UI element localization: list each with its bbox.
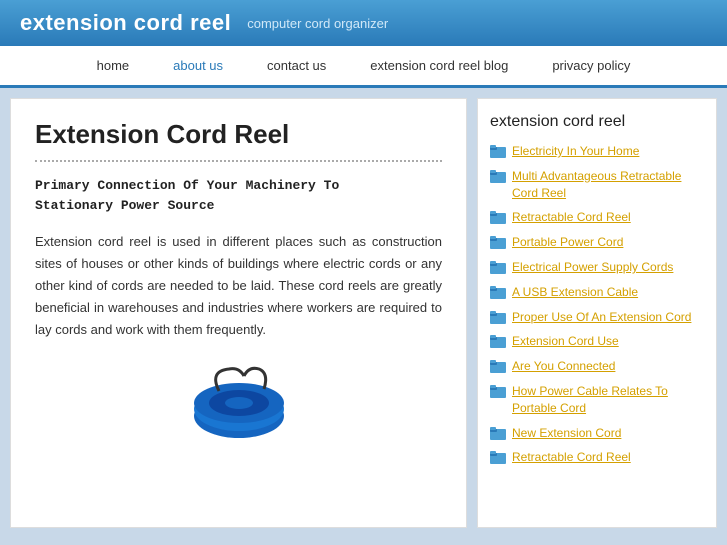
folder-icon	[490, 450, 506, 464]
sidebar-link[interactable]: Retractable Cord Reel	[512, 209, 631, 226]
nav-about[interactable]: about us	[151, 46, 245, 88]
sidebar-link[interactable]: Proper Use Of An Extension Cord	[512, 309, 691, 326]
folder-icon	[490, 169, 506, 183]
sidebar-link[interactable]: Extension Cord Use	[512, 333, 619, 350]
nav-contact[interactable]: contact us	[245, 46, 348, 88]
list-item: Retractable Cord Reel	[490, 209, 704, 226]
sidebar-title: extension cord reel	[490, 113, 704, 131]
sidebar-link[interactable]: Portable Power Cord	[512, 234, 623, 251]
list-item: Multi Advantageous Retractable Cord Reel	[490, 168, 704, 202]
list-item: Extension Cord Use	[490, 333, 704, 350]
sidebar-link[interactable]: Multi Advantageous Retractable Cord Reel	[512, 168, 704, 202]
folder-icon	[490, 144, 506, 158]
content-wrapper: Extension Cord Reel Primary Connection O…	[0, 88, 727, 538]
nav-blog[interactable]: extension cord reel blog	[348, 46, 530, 88]
folder-icon	[490, 334, 506, 348]
sidebar-link[interactable]: Electrical Power Supply Cords	[512, 259, 673, 276]
folder-icon	[490, 426, 506, 440]
sidebar-link[interactable]: Are You Connected	[512, 358, 615, 375]
list-item: Proper Use Of An Extension Cord	[490, 309, 704, 326]
nav-bar: home about us contact us extension cord …	[0, 46, 727, 88]
list-item: Electricity In Your Home	[490, 143, 704, 160]
folder-icon	[490, 285, 506, 299]
sidebar-link[interactable]: A USB Extension Cable	[512, 284, 638, 301]
list-item: How Power Cable Relates To Portable Cord	[490, 383, 704, 417]
page-heading: Extension Cord Reel	[35, 119, 442, 162]
folder-icon	[490, 310, 506, 324]
sidebar-link[interactable]: Retractable Cord Reel	[512, 449, 631, 466]
sidebar-link[interactable]: New Extension Cord	[512, 425, 621, 442]
page-body: Extension cord reel is used in different…	[35, 231, 442, 341]
cord-image	[179, 361, 299, 441]
folder-icon	[490, 359, 506, 373]
list-item: Are You Connected	[490, 358, 704, 375]
list-item: A USB Extension Cable	[490, 284, 704, 301]
folder-icon	[490, 210, 506, 224]
main-content: Extension Cord Reel Primary Connection O…	[10, 98, 467, 528]
folder-icon	[490, 235, 506, 249]
list-item: Retractable Cord Reel	[490, 449, 704, 466]
folder-icon	[490, 384, 506, 398]
sidebar: extension cord reel Electricity In Your …	[477, 98, 717, 528]
nav-home[interactable]: home	[75, 46, 152, 88]
list-item: Portable Power Cord	[490, 234, 704, 251]
list-item: New Extension Cord	[490, 425, 704, 442]
folder-icon	[490, 260, 506, 274]
list-item: Electrical Power Supply Cords	[490, 259, 704, 276]
nav-privacy[interactable]: privacy policy	[530, 46, 652, 88]
header-bar: extension cord reel computer cord organi…	[0, 0, 727, 46]
sidebar-link[interactable]: How Power Cable Relates To Portable Cord	[512, 383, 704, 417]
sidebar-link[interactable]: Electricity In Your Home	[512, 143, 639, 160]
page-subheading: Primary Connection Of Your Machinery ToS…	[35, 176, 442, 215]
site-title: extension cord reel	[20, 10, 231, 36]
site-subtitle: computer cord organizer	[247, 16, 388, 31]
